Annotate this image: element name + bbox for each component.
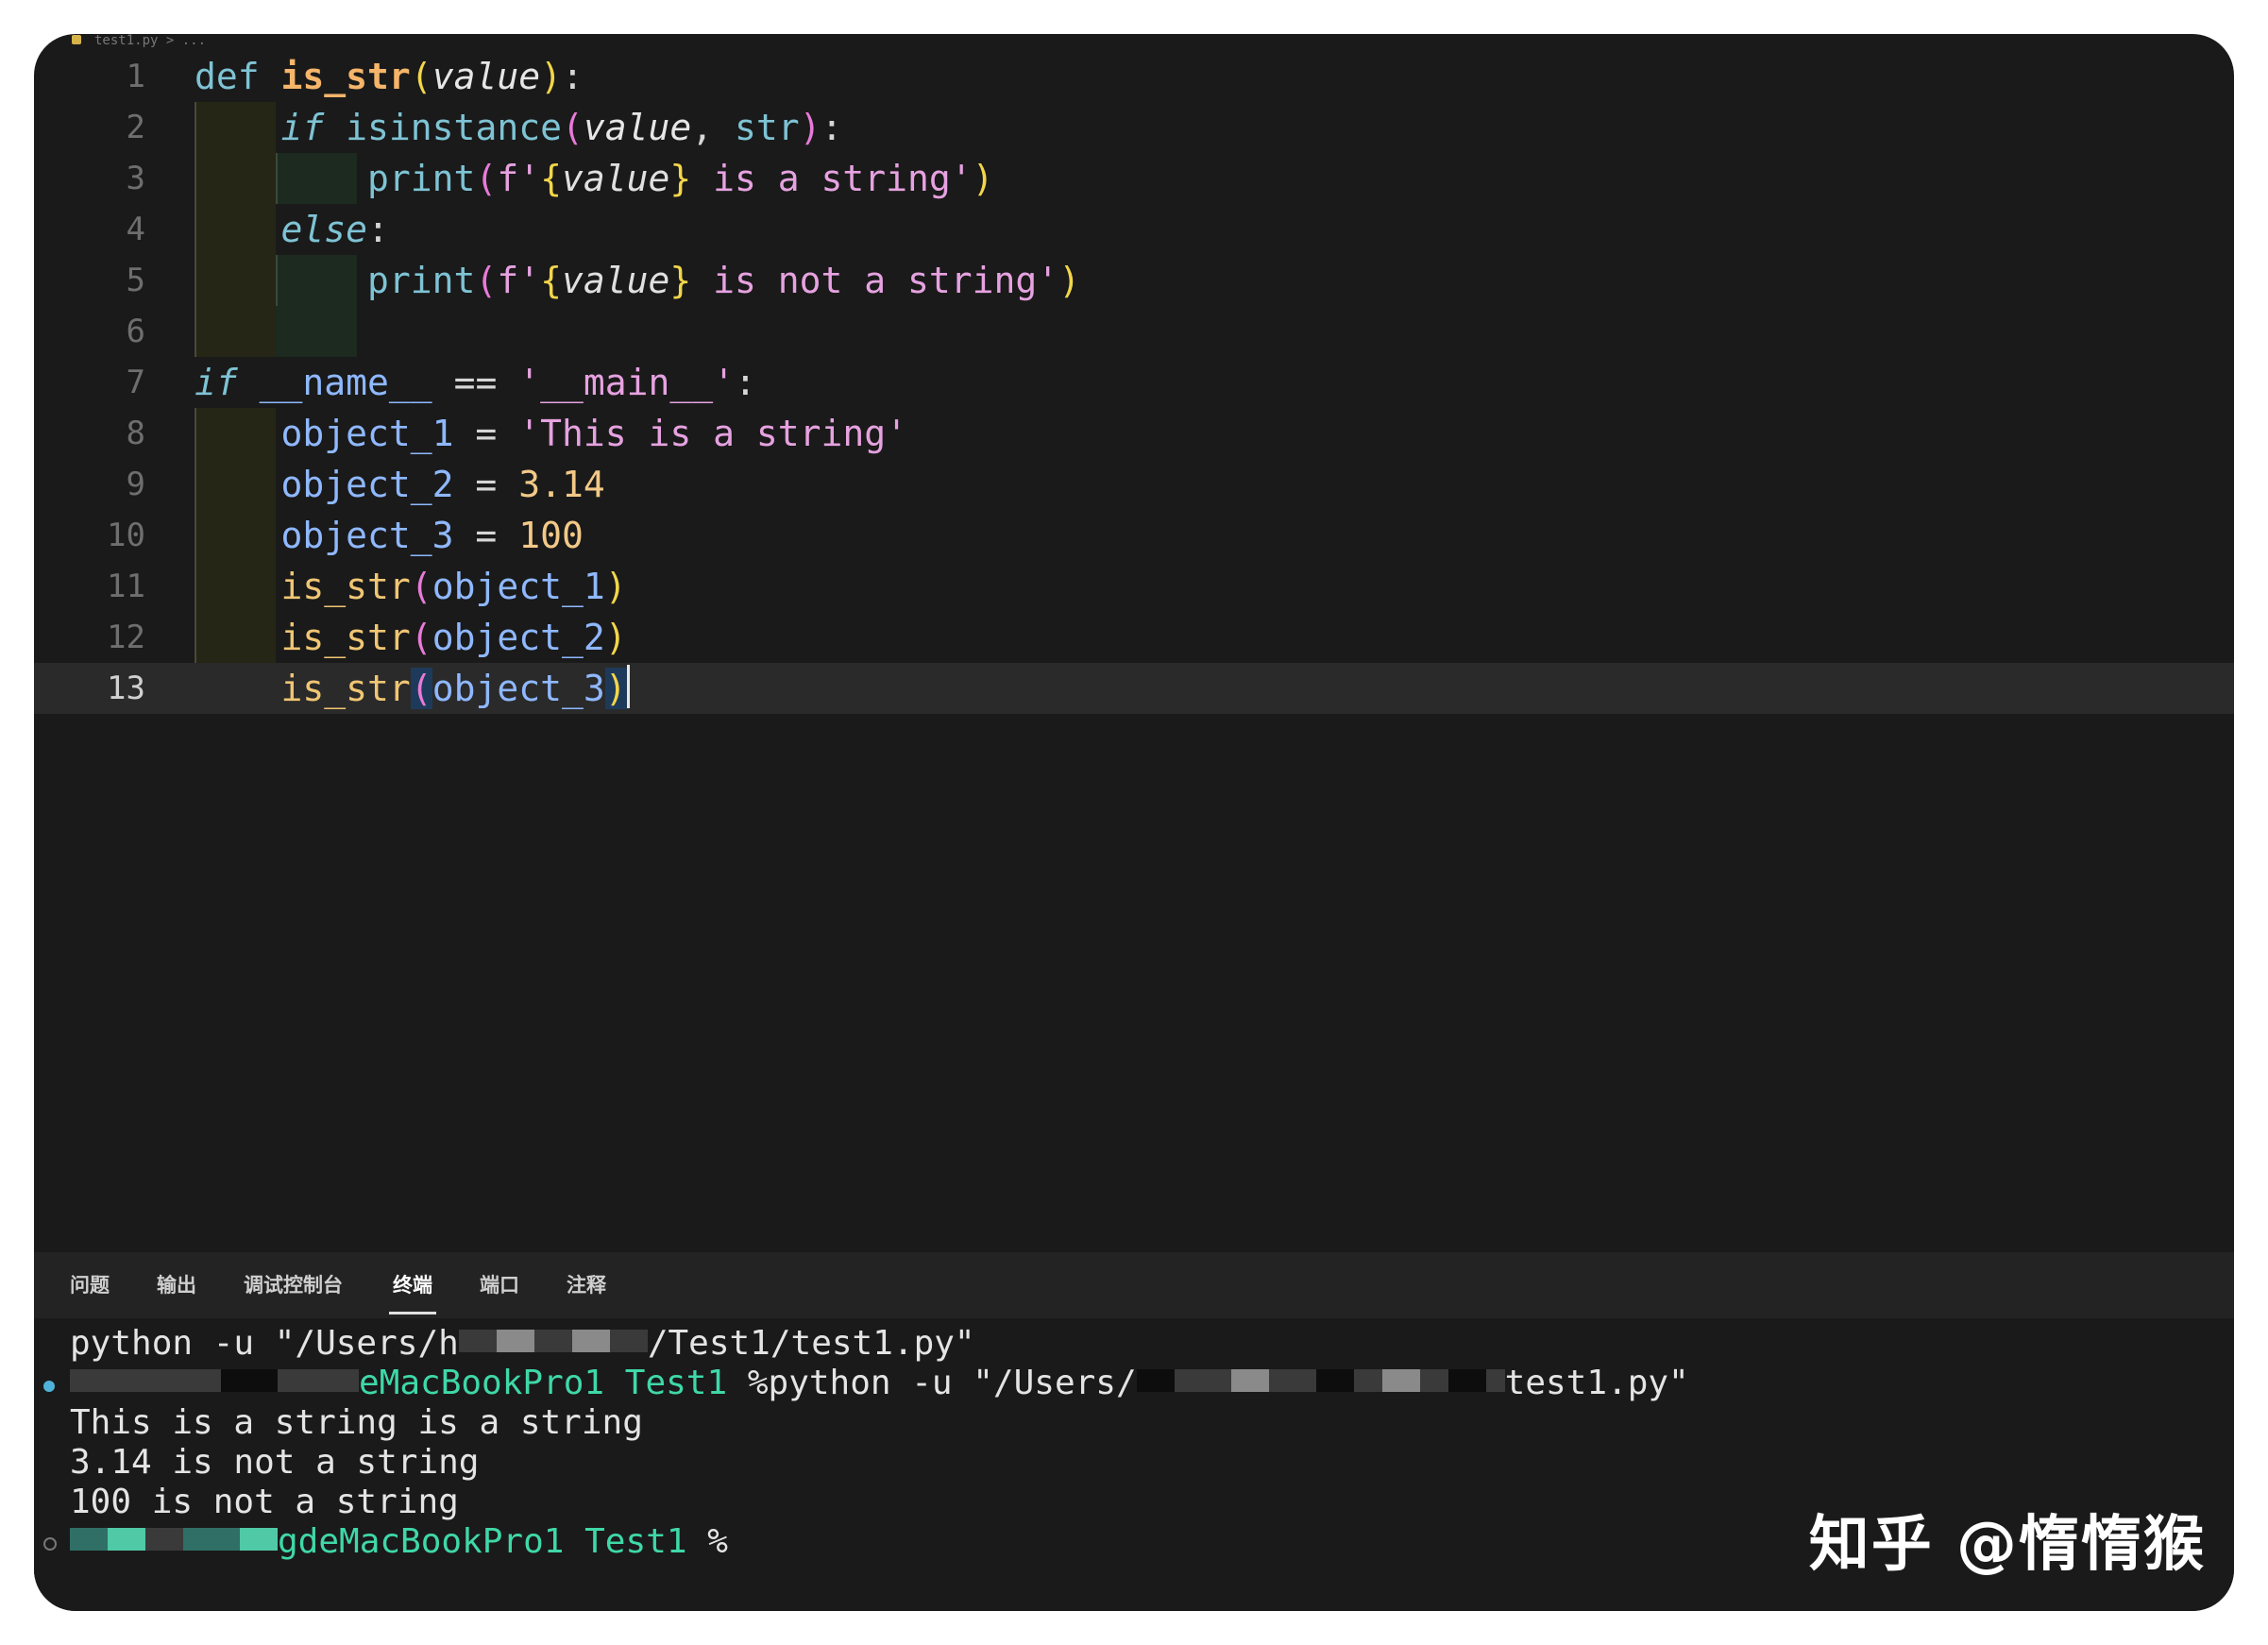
bottom-panel: 问题 输出 调试控制台 终端 端口 注释 python -u "/Users/h…	[34, 1252, 2234, 1611]
line-number[interactable]: 7	[34, 357, 145, 408]
code-text: is_str(object_1)	[280, 566, 627, 607]
line-number[interactable]: 4	[34, 204, 145, 255]
code-text: if isinstance(value, str):	[280, 107, 843, 148]
line-number[interactable]: 12	[34, 612, 145, 663]
tab-problems[interactable]: 问题	[70, 1252, 110, 1318]
code-text: is_str(object_2)	[280, 617, 627, 658]
code-line[interactable]: 9 object_2 = 3.14	[34, 459, 2234, 510]
code-line[interactable]: 8 object_1 = 'This is a string'	[34, 408, 2234, 459]
line-number[interactable]: 1	[34, 51, 145, 102]
terminal-line: python -u "/Users/h/Test1/test1.py"	[70, 1324, 975, 1363]
tab-ports[interactable]: 端口	[480, 1252, 519, 1318]
tab-comments[interactable]: 注释	[567, 1252, 606, 1318]
panel-tabs: 问题 输出 调试控制台 终端 端口 注释	[34, 1252, 2234, 1318]
code-text: is_str(object_3)	[195, 663, 630, 714]
terminal-line: eMacBookPro1 Test1 %python -u "/Users/te…	[70, 1364, 1689, 1403]
code-line[interactable]: 7 if __name__ == '__main__':	[34, 357, 2234, 408]
tab-output[interactable]: 输出	[157, 1252, 196, 1318]
line-number[interactable]: 6	[34, 306, 145, 357]
text-cursor	[626, 665, 630, 708]
code-line[interactable]: 2 if isinstance(value, str):	[34, 102, 2234, 153]
command-success-icon[interactable]	[43, 1381, 55, 1392]
code-text: object_1 = 'This is a string'	[280, 413, 907, 454]
command-pending-icon[interactable]	[43, 1537, 57, 1551]
tab-debug-console[interactable]: 调试控制台	[244, 1252, 343, 1318]
terminal-output: This is a string is a string	[70, 1403, 643, 1442]
code-text: print(f'{value} is a string')	[367, 158, 994, 199]
code-text: else:	[280, 209, 389, 250]
code-line[interactable]: 10 object_3 = 100	[34, 510, 2234, 561]
code-line[interactable]: 13 is_str(object_3)	[34, 663, 2234, 714]
code-editor[interactable]: 1 def is_str(value): 2 if isinstance(value…	[34, 51, 2234, 1279]
code-text: print(f'{value} is not a string')	[367, 260, 1081, 301]
line-number[interactable]: 9	[34, 459, 145, 510]
code-line[interactable]: 6	[34, 306, 2234, 357]
watermark: 知乎 @惰惰猴	[1808, 1510, 2206, 1580]
breadcrumb[interactable]: test1.py > ...	[72, 34, 206, 47]
code-line[interactable]: 12 is_str(object_2)	[34, 612, 2234, 663]
code-text: def is_str(value):	[195, 56, 584, 97]
terminal-output: 3.14 is not a string	[70, 1443, 480, 1482]
terminal-prompt: gdeMacBookPro1 Test1 %	[70, 1522, 728, 1562]
line-number[interactable]: 2	[34, 102, 145, 153]
code-text: if __name__ == '__main__':	[195, 362, 756, 403]
terminal-output: 100 is not a string	[70, 1483, 459, 1521]
line-number[interactable]: 13	[34, 663, 145, 714]
line-number[interactable]: 5	[34, 255, 145, 306]
line-number[interactable]: 10	[34, 510, 145, 561]
line-number[interactable]: 3	[34, 153, 145, 204]
python-file-icon	[72, 35, 81, 44]
code-line[interactable]: 3 print(f'{value} is a string')	[34, 153, 2234, 204]
code-text: object_3 = 100	[280, 515, 584, 556]
line-number[interactable]: 11	[34, 561, 145, 612]
code-line[interactable]: 5 print(f'{value} is not a string')	[34, 255, 2234, 306]
code-line[interactable]: 4 else:	[34, 204, 2234, 255]
code-line[interactable]: 11 is_str(object_1)	[34, 561, 2234, 612]
code-text: object_2 = 3.14	[280, 464, 605, 505]
code-line[interactable]: 1 def is_str(value):	[34, 51, 2234, 102]
editor-window: test1.py > ... 1 def is_str(value): 2 if i…	[34, 34, 2234, 1611]
tab-terminal[interactable]: 终端	[389, 1252, 436, 1318]
line-number[interactable]: 8	[34, 408, 145, 459]
